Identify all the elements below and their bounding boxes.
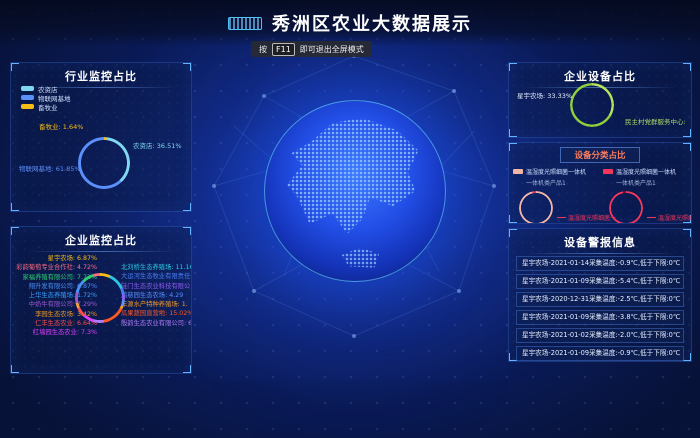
pie-label: 殷韵生态农业有限公司: 6.87	[121, 319, 192, 328]
tooltip-suffix: 即可退出全屏模式	[300, 44, 364, 55]
callout-line	[647, 217, 656, 218]
logo-badge	[228, 17, 262, 30]
category-legend-right: 温湿度光照细菌一体机	[603, 167, 691, 176]
alarm-row: 星宇农场-2021-01-14采集温度:-0.9℃,低于下限:0℃	[516, 256, 684, 271]
callout-line	[557, 217, 566, 218]
globe-continent-dots	[279, 115, 430, 241]
page-title: 秀洲区农业大数据展示	[272, 10, 472, 36]
alarm-row: 星宇农场-2021-01-09采集温度:-3.8℃,低于下限:0℃	[516, 310, 684, 325]
alarm-row: 星宇农场-2021-01-09采集温度:-5.4℃,低于下限:0℃	[516, 274, 684, 289]
category-callout-right: 温湿度光照细菌一	[647, 213, 692, 222]
fullscreen-exit-tooltip: 按 F11 即可退出全屏模式	[251, 41, 372, 57]
legend-label: 温湿度光照细菌一体机	[526, 167, 586, 176]
alarm-row: 星宇农场-2020-12-31采集温度:-2.5℃,低于下限:0℃	[516, 292, 684, 307]
alarm-row: 星宇农场-2021-01-02采集温度:-2.0℃,低于下限:0℃	[516, 328, 684, 343]
enterprise-donut-chart[interactable]	[75, 273, 125, 323]
category-chart-right: 温湿度光照细菌一体机 一体机类产品1 温湿度光照细菌一	[603, 167, 691, 224]
pie-label: 星宇农场: 6.87%	[15, 254, 97, 263]
dashboard-page: 秀洲区农业大数据展示 按 F11 即可退出全屏模式 行业监控占比 农资店物联网基…	[0, 0, 700, 438]
pie-label: 物联网基地: 61.85%	[19, 163, 81, 173]
pie-label: 瓜果蔬园直营地: 15.02%	[121, 309, 192, 318]
panel-device-category-ratio: 设备分类占比 温湿度光照细菌一体机 一体机类产品1 温湿度光照细菌一 温湿度光照…	[508, 142, 692, 224]
legend-swatch	[513, 169, 523, 174]
category-sublabel-left: 一体机类产品1	[526, 178, 601, 187]
panel-industry-monitor-ratio: 行业监控占比 农资店物联网基地畜牧业 畜牧业: 1.64%农资店: 36.51%…	[10, 62, 192, 212]
panel-device-alarm-info: 设备警报信息 星宇农场-2021-01-14采集温度:-0.9℃,低于下限:0℃…	[508, 228, 692, 362]
globe-continent-dots-small	[337, 245, 384, 270]
pie-label: 民主村党群服务中心:	[625, 116, 686, 126]
pie-label: 彩韵葡萄专业合作社: 4.72%	[15, 263, 97, 272]
panel-title: 设备警报信息	[517, 234, 683, 254]
category-panel-title: 设备分类占比	[560, 147, 640, 163]
pie-label: 畜牧业: 1.64%	[39, 121, 83, 131]
panel-title: 企业监控占比	[19, 232, 183, 252]
pie-label: 大运河生态牧业有限责任公	[121, 272, 192, 281]
pie-label: 农资店: 36.51%	[133, 140, 182, 150]
legend-swatch	[21, 104, 34, 109]
alarm-row: 星宇农场-2021-01-09采集温度:-0.9℃,低于下限:0℃	[516, 346, 684, 361]
category-donut-right[interactable]	[609, 191, 643, 224]
industry-donut-chart[interactable]	[78, 137, 130, 189]
legend-label: 畜牧业	[38, 102, 58, 112]
pie-label: 仁丰生态农业: 6.64%	[15, 319, 97, 328]
header-bar: 秀洲区农业大数据展示	[0, 0, 700, 46]
pie-label: 星宇农场: 33.33%	[517, 90, 572, 100]
callout-label: 温湿度光照细菌一	[658, 213, 692, 222]
globe-visualization	[264, 100, 446, 282]
alarm-list[interactable]: 星宇农场-2021-01-14采集温度:-0.9℃,低于下限:0℃ 星宇农场-20…	[509, 253, 691, 362]
enterprise-labels-right: 北刘桥生态养殖场: 11.16%大运河生态牧业有限责任公陡门生态农业科技有限公鸿…	[121, 263, 192, 328]
category-donut-left[interactable]	[519, 191, 553, 224]
legend-item: 畜牧业	[21, 102, 71, 111]
f11-keycap: F11	[272, 43, 295, 56]
legend-swatch	[21, 86, 34, 91]
pie-label: 红墙园生态农业: 7.3%	[15, 328, 97, 337]
legend-swatch	[21, 95, 34, 100]
category-sublabel-right: 一体机类产品1	[616, 178, 691, 187]
tooltip-prefix: 按	[259, 44, 267, 55]
legend-swatch	[603, 169, 613, 174]
industry-legend: 农资店物联网基地畜牧业	[21, 84, 71, 111]
pie-label: 陡门生态农业科技有限公	[121, 282, 192, 291]
pie-label: 丰源水产特种养殖场: 1.	[121, 300, 192, 309]
legend-label: 温湿度光照细菌一体机	[616, 167, 676, 176]
category-chart-left: 温湿度光照细菌一体机 一体机类产品1 温湿度光照细菌一	[513, 167, 601, 224]
panel-enterprise-device-ratio: 企业设备占比 星宇农场: 33.33%民主村党群服务中心:	[508, 62, 692, 138]
panel-enterprise-monitor-ratio: 企业监控占比 星宇农场: 6.87%彩韵葡萄专业合作社: 4.72%家福养殖有限…	[10, 226, 192, 374]
category-legend-left: 温湿度光照细菌一体机	[513, 167, 601, 176]
pie-label: 鸿慈园生态农场: 4.29	[121, 291, 192, 300]
pie-label: 北刘桥生态养殖场: 11.16%	[121, 263, 192, 272]
device-donut-chart[interactable]	[570, 83, 614, 127]
